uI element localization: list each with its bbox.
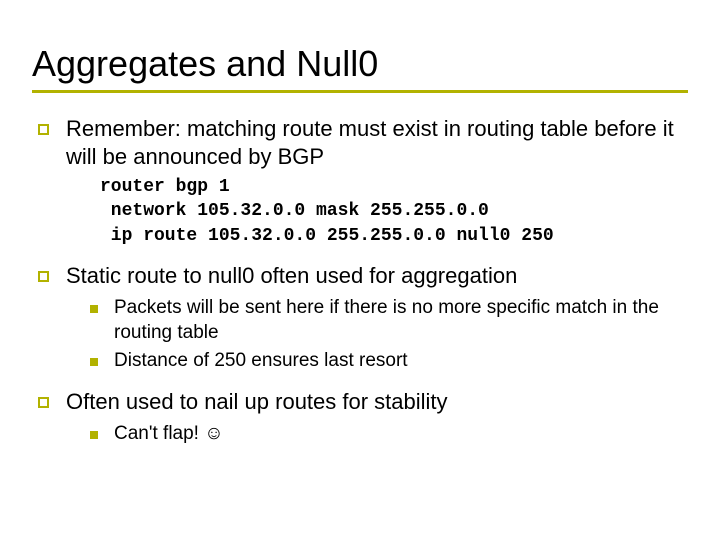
title-underline: [32, 90, 688, 93]
bullet-nail-up: Often used to nail up routes for stabili…: [32, 388, 688, 447]
sublist-static: Packets will be sent here if there is no…: [66, 296, 688, 374]
bullet-remember: Remember: matching route must exist in r…: [32, 115, 688, 248]
bullet-text: Can't flap! ☺: [114, 423, 224, 444]
bullet-text: Static route to null0 often used for agg…: [66, 263, 517, 288]
code-block: router bgp 1 network 105.32.0.0 mask 255…: [100, 175, 688, 248]
bullet-static-route: Static route to null0 often used for agg…: [32, 262, 688, 374]
bullet-text: Packets will be sent here if there is no…: [114, 297, 659, 343]
slide: Aggregates and Null0 Remember: matching …: [0, 0, 720, 540]
sub-bullet-cant-flap: Can't flap! ☺: [84, 422, 688, 447]
sub-bullet-packets: Packets will be sent here if there is no…: [84, 296, 688, 345]
bullet-text: Often used to nail up routes for stabili…: [66, 389, 448, 414]
slide-title: Aggregates and Null0: [32, 44, 688, 84]
bullet-text: Distance of 250 ensures last resort: [114, 350, 408, 371]
sub-bullet-distance: Distance of 250 ensures last resort: [84, 349, 688, 374]
bullet-text: Remember: matching route must exist in r…: [66, 116, 674, 169]
sublist-nail: Can't flap! ☺: [66, 422, 688, 447]
content-list: Remember: matching route must exist in r…: [32, 115, 688, 447]
